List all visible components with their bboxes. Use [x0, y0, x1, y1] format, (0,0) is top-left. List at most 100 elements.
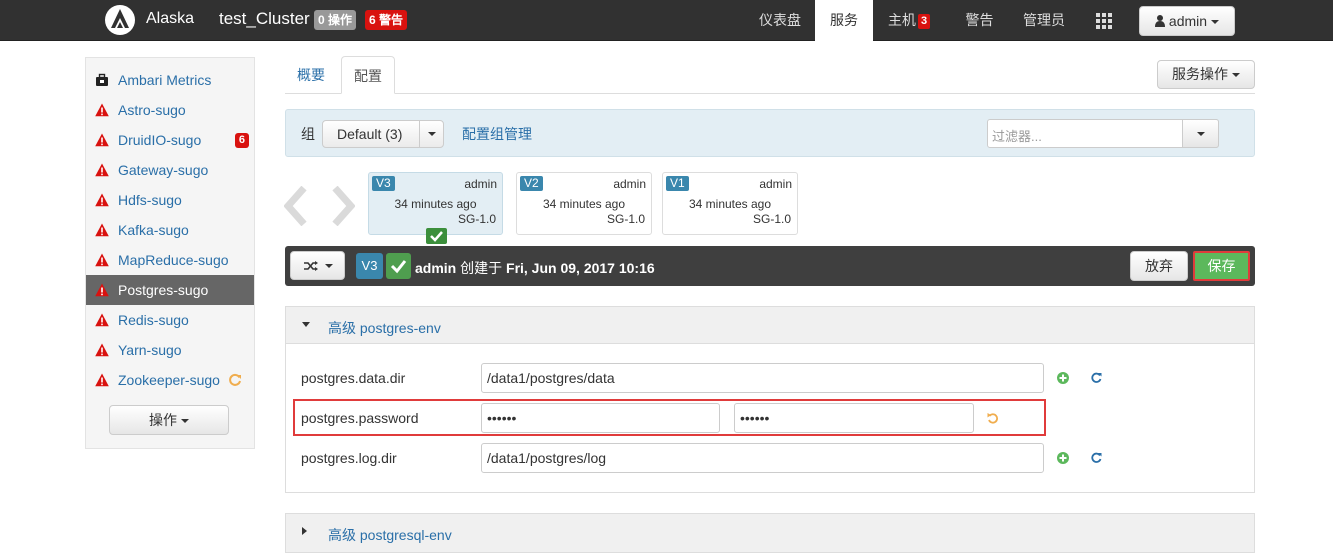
- manage-config-groups-link[interactable]: 配置组管理: [462, 124, 532, 144]
- sidebar-item-postgres-sugo[interactable]: Postgres-sugo: [86, 275, 254, 305]
- briefcase-icon: [96, 73, 108, 86]
- user-menu-button[interactable]: admin: [1139, 6, 1235, 36]
- log-dir-input[interactable]: /data1/postgres/log: [481, 443, 1044, 473]
- section-title: 高级 postgresql-env: [328, 527, 452, 543]
- version-stack: SG-1.0: [606, 212, 645, 226]
- chevron-down-icon: [1210, 20, 1219, 24]
- filter-placeholder: 过滤器...: [992, 129, 1042, 144]
- version-time: 34 minutes ago: [394, 197, 477, 211]
- brand-name[interactable]: Alaska: [146, 10, 194, 28]
- shuffle-icon: [304, 261, 318, 271]
- top-navbar: Alaska test_Cluster 0 操作 6 警告 仪表盘 服务 主机 3…: [0, 0, 1333, 41]
- nav-services[interactable]: 服务: [815, 0, 873, 41]
- service-actions-dropdown[interactable]: 服务操作: [1157, 60, 1255, 89]
- warning-icon: [95, 313, 109, 327]
- undo-icon[interactable]: [987, 412, 999, 424]
- sidebar-item-druidio-sugo[interactable]: DruidIO-sugo 6: [86, 125, 254, 155]
- sidebar-item-mapreduce-sugo[interactable]: MapReduce-sugo: [86, 245, 254, 275]
- tab-summary[interactable]: 概要: [285, 56, 337, 94]
- refresh-icon[interactable]: [1090, 372, 1102, 384]
- cluster-name[interactable]: test_Cluster: [219, 9, 310, 29]
- current-version-bar: V3 admin 创建于 Fri, Jun 09, 2017 10:16 放弃 …: [285, 246, 1255, 286]
- tab-config[interactable]: 配置: [341, 56, 395, 94]
- version-user: admin: [759, 177, 792, 191]
- sidebar-item-hdfs-sugo[interactable]: Hdfs-sugo: [86, 185, 254, 215]
- prop-label-password: postgres.password: [301, 410, 419, 426]
- sidebar-item-astro-sugo[interactable]: Astro-sugo: [86, 95, 254, 125]
- actions-label: 操作: [149, 412, 178, 428]
- select-separator: [419, 121, 420, 147]
- service-actions-label: 服务操作: [1172, 66, 1229, 82]
- nav-dashboard[interactable]: 仪表盘: [745, 0, 815, 41]
- warning-icon: [95, 373, 109, 387]
- chevron-down-icon: [1231, 73, 1240, 77]
- alerts-badge[interactable]: 6 警告: [365, 10, 408, 30]
- chevron-right-icon[interactable]: [329, 186, 355, 226]
- sidebar-item-label: Ambari Metrics: [118, 72, 212, 88]
- version-time: 34 minutes ago: [688, 197, 772, 211]
- warning-icon: [95, 223, 109, 237]
- created-at-label: 创建于: [460, 260, 503, 276]
- nav-hosts[interactable]: 主机 3: [873, 0, 945, 41]
- section-header[interactable]: 高级 postgres-env: [286, 307, 1254, 344]
- config-group-select[interactable]: Default (3): [322, 120, 444, 148]
- version-card-v3[interactable]: V3 admin 34 minutes ago SG-1.0: [368, 172, 503, 244]
- warning-icon: [95, 133, 109, 147]
- data-dir-input[interactable]: /data1/postgres/data: [481, 363, 1044, 393]
- sidebar-item-gateway-sugo[interactable]: Gateway-sugo: [86, 155, 254, 185]
- group-label: 组: [301, 126, 315, 142]
- sidebar-item-redis-sugo[interactable]: Redis-sugo: [86, 305, 254, 335]
- nav-hosts-label: 主机: [887, 12, 916, 28]
- add-override-icon[interactable]: [1057, 452, 1069, 464]
- add-override-icon[interactable]: [1057, 372, 1069, 384]
- tabs-divider: [285, 93, 1255, 94]
- config-section-postgresql-env[interactable]: 高级 postgresql-env: [285, 513, 1255, 553]
- version-created-info: admin 创建于 Fri, Jun 09, 2017 10:16: [415, 258, 655, 278]
- nav-alerts[interactable]: 警告: [952, 0, 1007, 41]
- refresh-icon: [229, 373, 241, 386]
- version-stack: SG-1.0: [457, 212, 496, 226]
- warning-icon: [95, 283, 109, 297]
- version-tag: V1: [666, 176, 689, 191]
- chevron-down-icon: [428, 132, 436, 136]
- sidebar-item-label: Kafka-sugo: [118, 222, 189, 238]
- discard-button[interactable]: 放弃: [1130, 251, 1188, 281]
- version-tag: V2: [520, 176, 543, 191]
- version-card-v2[interactable]: V2 admin 34 minutes ago SG-1.0: [516, 172, 652, 235]
- ambari-logo-icon[interactable]: [104, 4, 136, 36]
- warning-icon: [95, 253, 109, 267]
- sidebar-item-ambari-metrics[interactable]: Ambari Metrics: [86, 65, 254, 95]
- warning-icon: [95, 163, 109, 177]
- sidebar-item-zookeeper-sugo[interactable]: Zookeeper-sugo: [86, 365, 254, 395]
- warning-icon: [95, 103, 109, 117]
- views-grid-icon[interactable]: [1090, 0, 1118, 41]
- sidebar-item-label: Hdfs-sugo: [118, 192, 182, 208]
- compare-dropdown-button[interactable]: [290, 251, 345, 280]
- operations-badge[interactable]: 0 操作: [314, 10, 357, 30]
- alert-count-badge: 6: [234, 133, 249, 148]
- password-confirm-input[interactable]: ••••••: [734, 403, 974, 433]
- caret-right-icon: [302, 527, 307, 535]
- chevron-down-icon: [180, 419, 189, 423]
- sidebar-item-label: Zookeeper-sugo: [118, 372, 220, 388]
- filter-input[interactable]: 过滤器...: [987, 119, 1219, 148]
- services-sidebar: Ambari Metrics Astro-sugo DruidIO-sugo 6…: [85, 57, 255, 449]
- user-name: admin: [1168, 13, 1208, 29]
- prop-label-log-dir: postgres.log.dir: [301, 450, 397, 466]
- created-by-user: admin: [415, 260, 457, 276]
- refresh-icon[interactable]: [1090, 452, 1102, 464]
- service-actions-button[interactable]: 操作: [109, 405, 229, 435]
- prop-label-data-dir: postgres.data.dir: [301, 370, 406, 386]
- sidebar-item-label: Postgres-sugo: [118, 282, 209, 298]
- sidebar-item-label: MapReduce-sugo: [118, 252, 229, 268]
- save-button[interactable]: 保存: [1193, 251, 1250, 281]
- nav-admin[interactable]: 管理员: [1012, 0, 1076, 41]
- created-date: Fri, Jun 09, 2017 10:16: [506, 260, 655, 276]
- version-card-v1[interactable]: V1 admin 34 minutes ago SG-1.0: [662, 172, 798, 235]
- filter-dropdown-button[interactable]: [1182, 119, 1219, 148]
- password-input[interactable]: ••••••: [481, 403, 720, 433]
- sidebar-item-yarn-sugo[interactable]: Yarn-sugo: [86, 335, 254, 365]
- sidebar-item-kafka-sugo[interactable]: Kafka-sugo: [86, 215, 254, 245]
- selected-group: Default (3): [337, 126, 403, 142]
- chevron-left-icon[interactable]: [284, 186, 310, 226]
